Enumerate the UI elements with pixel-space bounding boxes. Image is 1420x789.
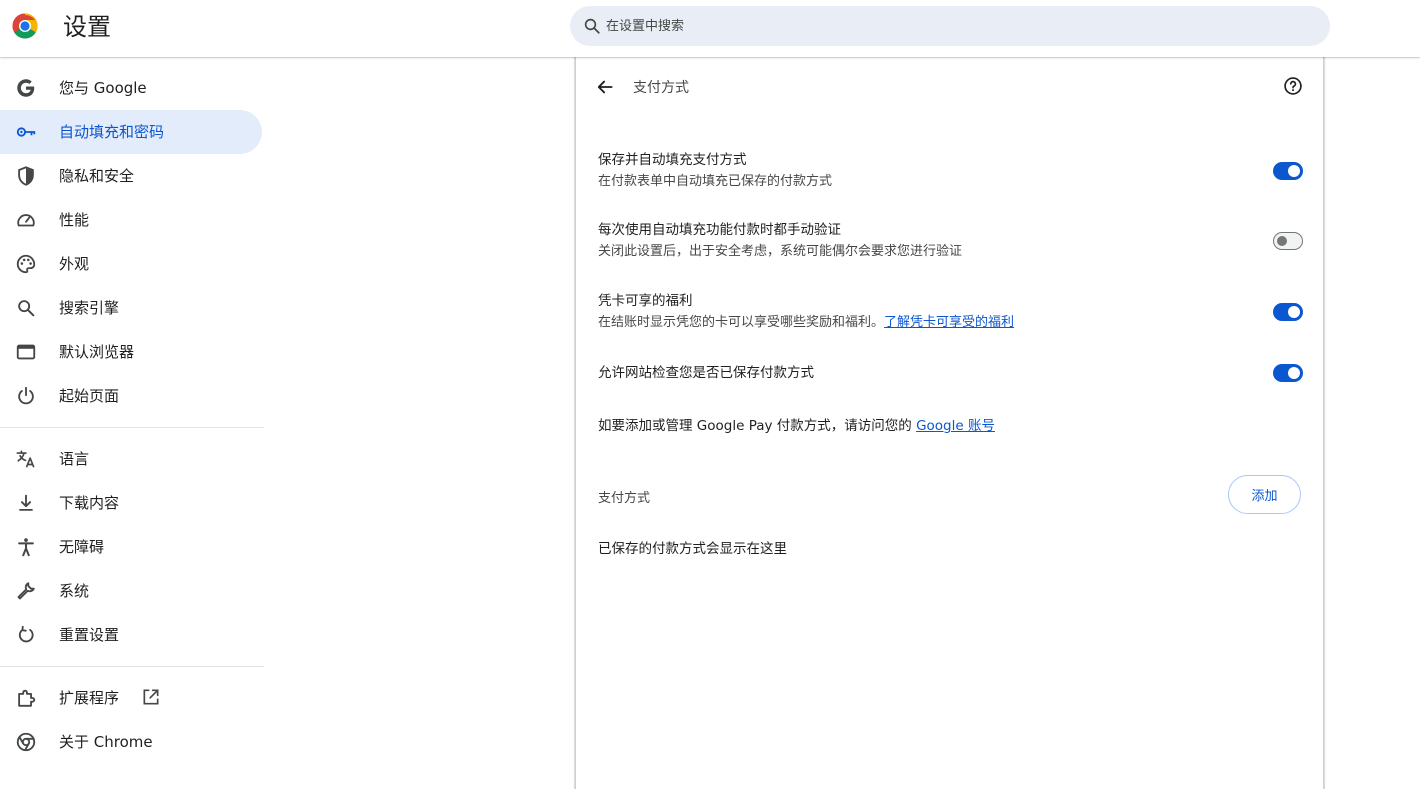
translate-icon [16,450,35,468]
sidebar-item-label: 您与 Google [59,79,147,97]
learn-card-benefits-link[interactable]: 了解凭卡可享受的福利 [884,315,1014,330]
sidebar-item-privacy-and-security[interactable]: 隐私和安全 [0,154,262,198]
chrome-logo-icon [12,13,38,39]
sidebar-item-extensions[interactable]: 扩展程序 [0,676,262,720]
key-icon [16,127,36,137]
palette-icon [16,254,36,274]
setting-save-and-fill-payments: 保存并自动填充支付方式 在付款表单中自动填充已保存的付款方式 [598,150,1303,192]
search-icon [584,18,600,34]
sidebar-item-downloads[interactable]: 下载内容 [0,481,262,525]
sidebar-item-label: 语言 [59,450,90,468]
sidebar-item-reset-settings[interactable]: 重置设置 [0,613,262,657]
open-in-new-icon[interactable] [141,687,161,707]
settings-app: 设置 您与 Google 自动填充和密码 [0,0,1420,789]
payment-methods-section-title: 支付方式 [598,491,651,506]
empty-state-text: 已保存的付款方式会显示在这里 [598,541,787,557]
sidebar-item-system[interactable]: 系统 [0,569,262,613]
add-payment-method-button[interactable]: 添加 [1228,475,1301,514]
setting-card-benefits: 凭卡可享的福利 在结账时显示凭您的卡可以享受哪些奖励和福利。了解凭卡可享受的福利 [598,291,1303,333]
google-g-icon [17,79,35,97]
sidebar-item-label: 外观 [59,255,90,273]
download-icon [19,494,33,511]
sidebar-item-default-browser[interactable]: 默认浏览器 [0,330,262,374]
browser-window-icon [16,344,36,360]
sidebar-item-on-startup[interactable]: 起始页面 [0,374,262,418]
setting-subtitle: 关闭此设置后，出于安全考虑，系统可能偶尔会要求您进行验证 [598,244,963,259]
setting-title: 允许网站检查您是否已保存付款方式 [598,365,814,381]
manual-verify-toggle[interactable] [1273,232,1303,250]
reset-icon [18,625,34,643]
search-icon [18,300,35,317]
sidebar-item-label: 关于 Chrome [59,733,153,751]
setting-subtitle: 在结账时显示凭您的卡可以享受哪些奖励和福利。了解凭卡可享受的福利 [598,313,1303,333]
setting-title: 保存并自动填充支付方式 [598,152,747,168]
sidebar-item-appearance[interactable]: 外观 [0,242,262,286]
sidebar-item-autofill-and-passwords[interactable]: 自动填充和密码 [0,110,262,154]
sidebar-item-you-and-google[interactable]: 您与 Google [0,66,262,110]
setting-subtitle: 在付款表单中自动填充已保存的付款方式 [598,174,833,189]
setting-subtitle-text: 在结账时显示凭您的卡可以享受哪些奖励和福利。 [598,315,885,330]
card-benefits-toggle[interactable] [1273,303,1303,321]
back-arrow-icon[interactable] [595,77,615,97]
sidebar-item-label: 性能 [59,211,90,229]
sidebar-item-label: 默认浏览器 [59,343,135,361]
setting-allow-sites-check: 允许网站检查您是否已保存付款方式 [598,363,1303,383]
setting-title: 每次使用自动填充功能付款时都手动验证 [598,222,841,238]
sidebar-item-about-chrome[interactable]: 关于 Chrome [0,720,262,764]
sidebar-item-label: 起始页面 [59,387,120,405]
sidebar-divider [0,666,264,667]
search-input[interactable] [606,6,1306,46]
sidebar-item-label: 隐私和安全 [59,167,135,185]
sidebar-item-languages[interactable]: 语言 [0,437,262,481]
header: 设置 [0,0,1420,57]
shield-icon [18,166,34,186]
google-pay-info: 如要添加或管理 Google Pay 付款方式，请访问您的 Google 账号 [598,416,1303,436]
payment-methods-card: 支付方式 保存并自动填充支付方式 在付款表单中自动填充已保存的付款方式 每次使用… [575,57,1324,789]
sidebar-item-label: 搜索引擎 [59,299,120,317]
page-title: 设置 [63,13,111,41]
search-box[interactable] [570,6,1330,46]
chrome-icon [16,732,36,752]
sidebar-item-label: 重置设置 [59,626,120,644]
google-pay-text: 如要添加或管理 Google Pay 付款方式，请访问您的 [598,418,912,434]
sidebar-item-label: 下载内容 [59,494,120,512]
sidebar-item-accessibility[interactable]: 无障碍 [0,525,262,569]
save-and-fill-payments-toggle[interactable] [1273,162,1303,180]
setting-title: 凭卡可享的福利 [598,293,693,309]
power-icon [18,386,34,405]
wrench-icon [17,582,35,600]
speedometer-icon [17,214,35,227]
sidebar-item-performance[interactable]: 性能 [0,198,262,242]
accessibility-icon [18,538,34,557]
sidebar-item-label: 系统 [59,582,90,600]
subpage-title: 支付方式 [633,80,689,96]
sidebar-item-label: 无障碍 [59,538,105,556]
help-icon[interactable] [1283,76,1303,96]
sidebar: 您与 Google 自动填充和密码 隐私和安全 性能 外观 搜索引擎 默认浏览器… [0,66,264,764]
setting-manual-verify: 每次使用自动填充功能付款时都手动验证 关闭此设置后，出于安全考虑，系统可能偶尔会… [598,220,1303,262]
sidebar-item-search-engine[interactable]: 搜索引擎 [0,286,262,330]
sidebar-item-label: 自动填充和密码 [59,123,165,141]
puzzle-icon [18,689,36,707]
sidebar-item-label: 扩展程序 [59,689,120,707]
sidebar-divider [0,427,264,428]
allow-sites-check-toggle[interactable] [1273,364,1303,382]
google-account-link[interactable]: Google 账号 [916,418,995,434]
